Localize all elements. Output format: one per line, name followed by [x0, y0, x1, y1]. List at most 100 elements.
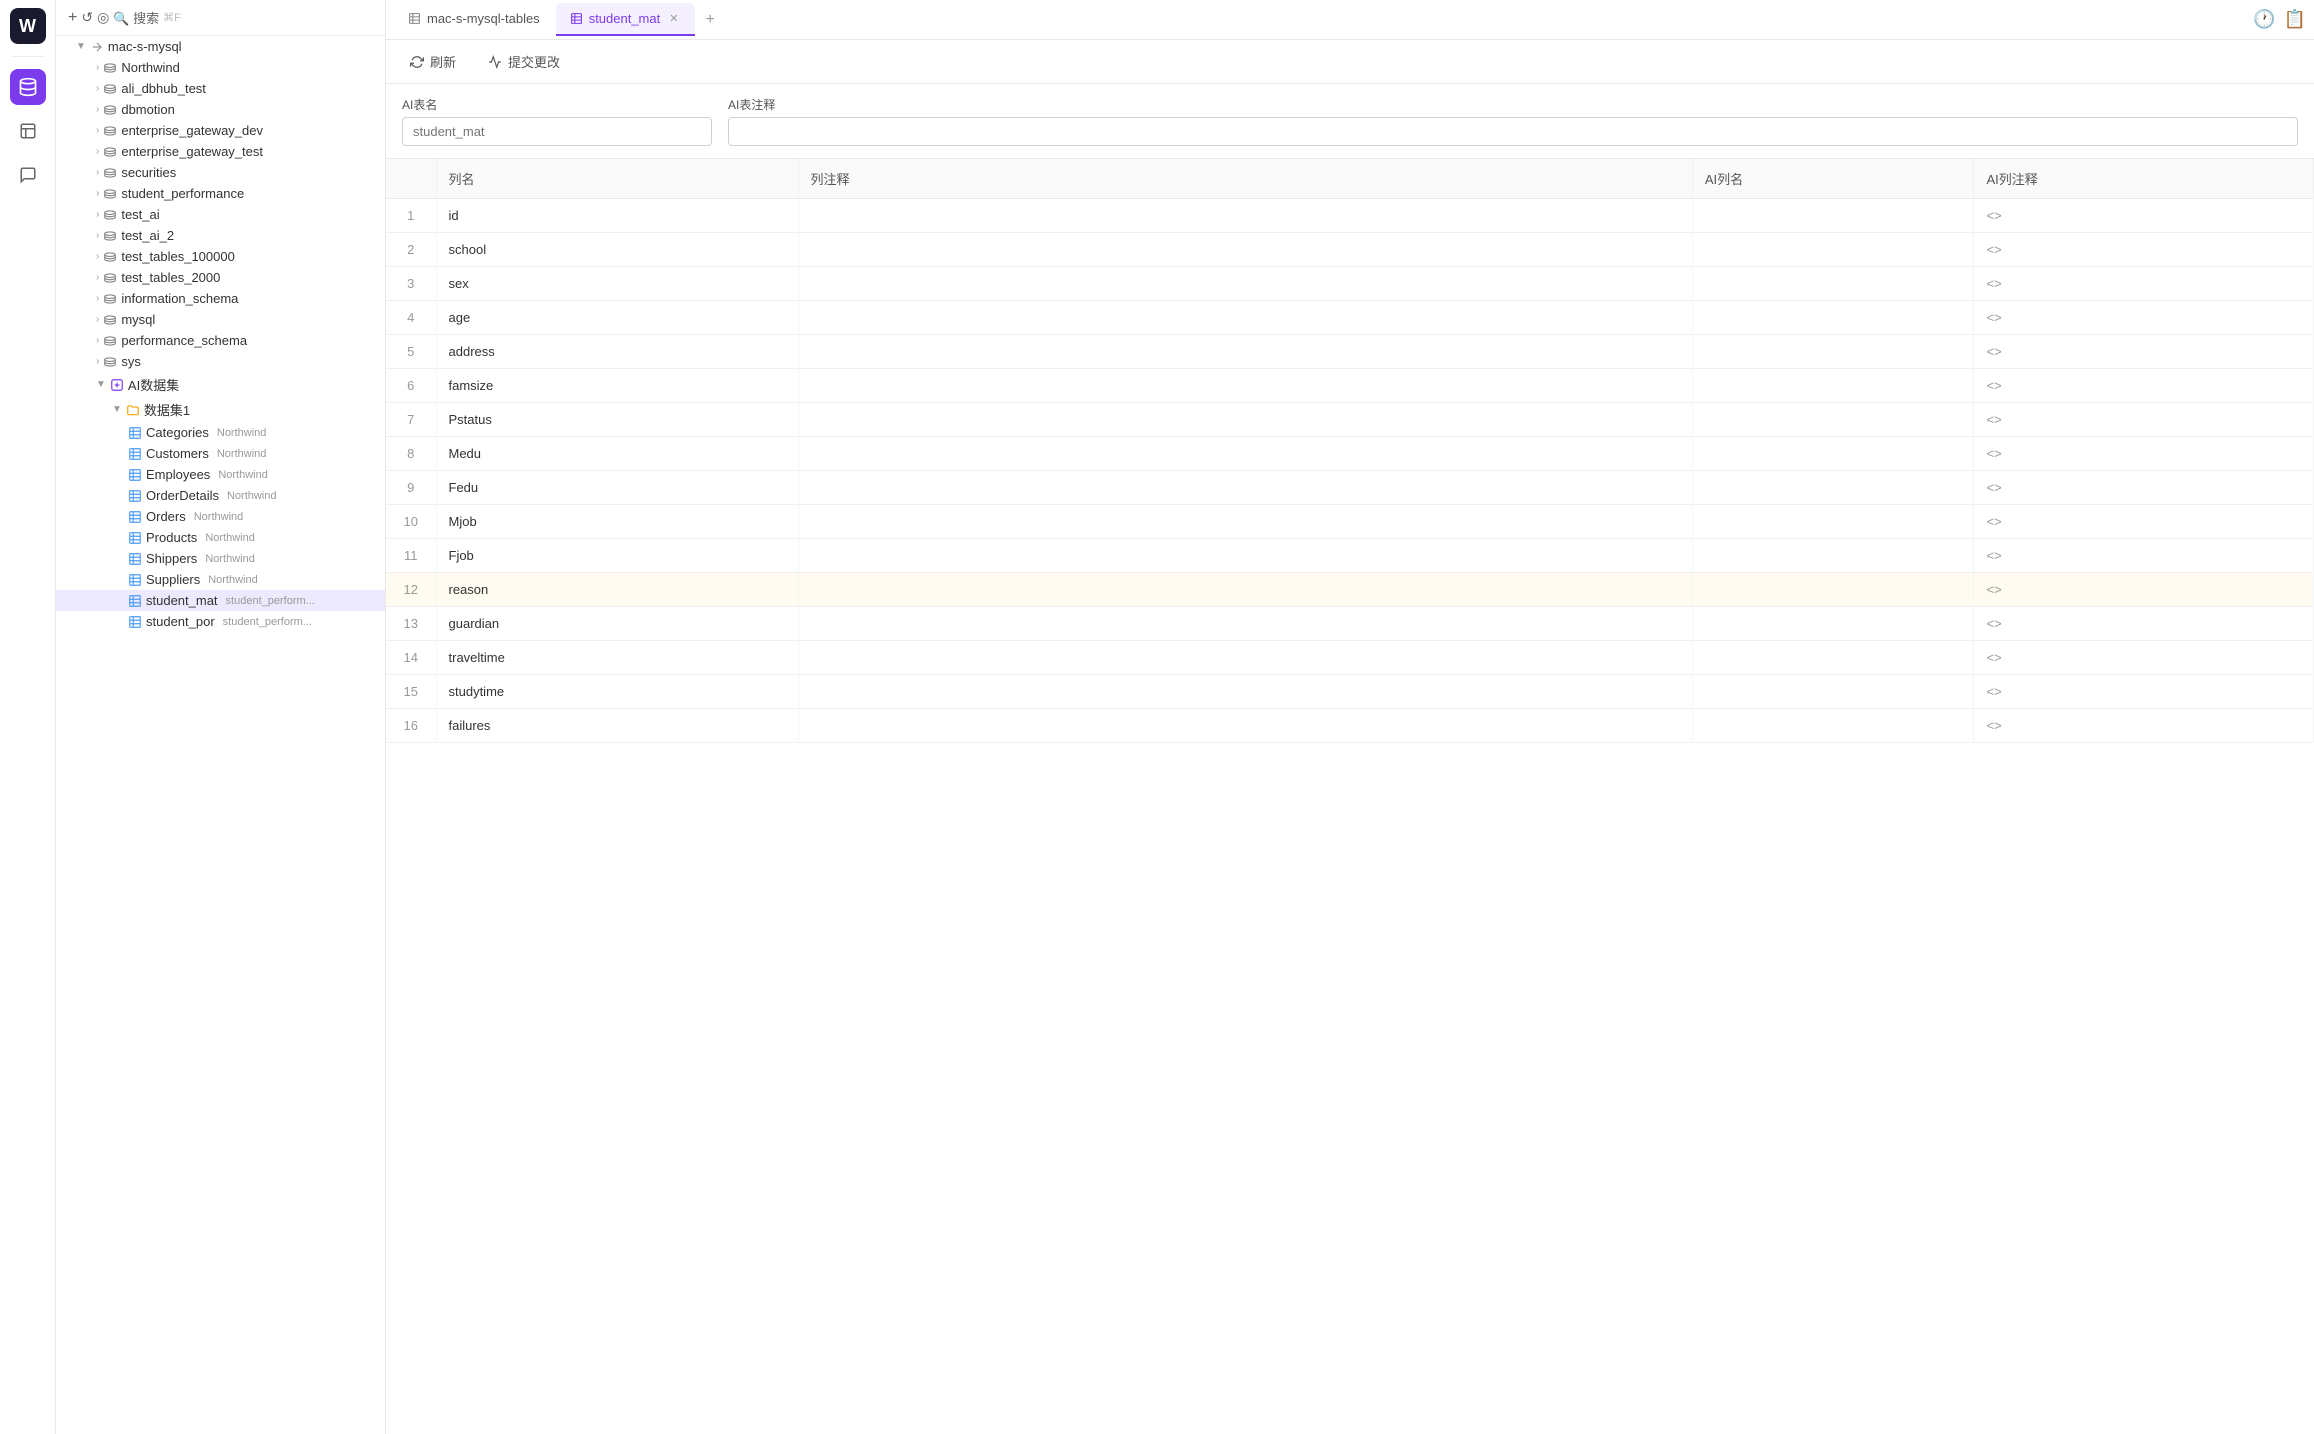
col-comment-cell[interactable] — [798, 301, 1692, 335]
tab-close-btn[interactable]: ✕ — [666, 11, 681, 26]
db-name: sys — [121, 354, 141, 369]
chat-icon[interactable] — [10, 157, 46, 193]
tree-root[interactable]: ▼ mac-s-mysql — [56, 36, 385, 57]
db-test_ai[interactable]: › test_ai — [56, 204, 385, 225]
db-enterprise_gateway_dev[interactable]: › enterprise_gateway_dev — [56, 120, 385, 141]
col-comment-cell[interactable] — [798, 199, 1692, 233]
root-label: mac-s-mysql — [108, 39, 182, 54]
table-name: student_mat — [146, 593, 218, 608]
db-test_tables_100000[interactable]: › test_tables_100000 — [56, 246, 385, 267]
bookmark-icon[interactable]: 📋 — [2284, 9, 2306, 30]
ai-col-name-cell — [1692, 539, 1974, 573]
refresh-button[interactable]: 刷新 — [402, 48, 464, 75]
col-comment-cell[interactable] — [798, 471, 1692, 505]
db-northwind[interactable]: › Northwind — [56, 57, 385, 78]
col-name-cell: studytime — [436, 675, 798, 709]
row-index: 12 — [386, 573, 436, 607]
table-employees[interactable]: Employees Northwind — [56, 464, 385, 485]
db-enterprise_gateway_test[interactable]: › enterprise_gateway_test — [56, 141, 385, 162]
table-name-input[interactable] — [402, 117, 712, 146]
db-information_schema[interactable]: › information_schema — [56, 288, 385, 309]
col-comment-cell[interactable] — [798, 641, 1692, 675]
db-test_tables_2000[interactable]: › test_tables_2000 — [56, 267, 385, 288]
table-name-group: AI表名 — [402, 96, 712, 146]
db-name: dbmotion — [121, 102, 174, 117]
ai-col-comment-cell: <> — [1974, 403, 2314, 437]
refresh-btn[interactable]: ↺ — [81, 9, 93, 26]
row-index: 16 — [386, 709, 436, 743]
db-name: ali_dbhub_test — [121, 81, 206, 96]
toolbar: 刷新 提交更改 — [386, 40, 2314, 84]
add-connection-btn[interactable]: + — [68, 9, 77, 27]
ai-col-comment-cell: <> — [1974, 573, 2314, 607]
db-dbmotion[interactable]: › dbmotion — [56, 99, 385, 120]
db-mysql[interactable]: › mysql — [56, 309, 385, 330]
db-student_performance[interactable]: › student_performance — [56, 183, 385, 204]
refresh-label: 刷新 — [430, 52, 456, 71]
col-comment-cell[interactable] — [798, 573, 1692, 607]
table-row: 16 failures <> — [386, 709, 2314, 743]
col-comment-cell[interactable] — [798, 539, 1692, 573]
table-customers[interactable]: Customers Northwind — [56, 443, 385, 464]
tab-mac-s-mysql-tables[interactable]: mac-s-mysql-tables — [394, 3, 554, 36]
col-name-cell: sex — [436, 267, 798, 301]
submit-button[interactable]: 提交更改 — [480, 48, 568, 75]
search-btn[interactable]: 🔍 搜索 — [113, 8, 159, 27]
table-icon — [128, 468, 142, 482]
table-suppliers[interactable]: Suppliers Northwind — [56, 569, 385, 590]
chevron-down-icon: ▼ — [112, 404, 122, 415]
col-comment-cell[interactable] — [798, 505, 1692, 539]
table-row: 8 Medu <> — [386, 437, 2314, 471]
ai-col-comment-cell: <> — [1974, 199, 2314, 233]
table-icon — [128, 510, 142, 524]
col-comment-cell[interactable] — [798, 267, 1692, 301]
db-name: Northwind — [121, 60, 180, 75]
table-student-por[interactable]: student_por student_perform... — [56, 611, 385, 632]
col-comment-cell[interactable] — [798, 709, 1692, 743]
table-icon — [128, 594, 142, 608]
col-comment-cell[interactable] — [798, 437, 1692, 471]
table-products[interactable]: Products Northwind — [56, 527, 385, 548]
table-row: 6 famsize <> — [386, 369, 2314, 403]
table-row: 7 Pstatus <> — [386, 403, 2314, 437]
row-index: 9 — [386, 471, 436, 505]
table-orderdetails[interactable]: OrderDetails Northwind — [56, 485, 385, 506]
w-icon[interactable]: W — [10, 8, 46, 44]
dataset-1[interactable]: ▼ 数据集1 — [56, 397, 385, 422]
col-comment-cell[interactable] — [798, 369, 1692, 403]
database-icon[interactable] — [10, 69, 46, 105]
col-comment-cell[interactable] — [798, 335, 1692, 369]
table-categories[interactable]: Categories Northwind — [56, 422, 385, 443]
table-shippers[interactable]: Shippers Northwind — [56, 548, 385, 569]
table-orders[interactable]: Orders Northwind — [56, 506, 385, 527]
history-icon[interactable]: 🕐 — [2253, 9, 2275, 30]
col-comment-cell[interactable] — [798, 233, 1692, 267]
tab-add-btn[interactable]: + — [697, 7, 722, 33]
tab-student-mat[interactable]: student_mat ✕ — [556, 3, 696, 36]
ai-col-comment-cell: <> — [1974, 233, 2314, 267]
app-sidebar: W — [0, 0, 56, 1434]
ai-dataset-group[interactable]: ▼ AI数据集 — [56, 372, 385, 397]
db-sys[interactable]: › sys — [56, 351, 385, 372]
db-icon — [103, 145, 117, 159]
table-student-mat[interactable]: student_mat student_perform... — [56, 590, 385, 611]
col-comment-cell[interactable] — [798, 403, 1692, 437]
locate-btn[interactable]: ◎ — [97, 9, 109, 26]
db-ali_dbhub_test[interactable]: › ali_dbhub_test — [56, 78, 385, 99]
col-comment-cell[interactable] — [798, 675, 1692, 709]
table-name: student_por — [146, 614, 215, 629]
table-comment-input[interactable] — [728, 117, 2298, 146]
row-index: 7 — [386, 403, 436, 437]
ai-col-name-cell — [1692, 267, 1974, 301]
table-icon — [128, 426, 142, 440]
col-name-cell: traveltime — [436, 641, 798, 675]
db-name: enterprise_gateway_test — [121, 144, 263, 159]
db-test_ai_2[interactable]: › test_ai_2 — [56, 225, 385, 246]
chart-icon[interactable] — [10, 113, 46, 149]
db-performance_schema[interactable]: › performance_schema — [56, 330, 385, 351]
db-securities[interactable]: › securities — [56, 162, 385, 183]
col-comment-cell[interactable] — [798, 607, 1692, 641]
ai-col-comment-cell: <> — [1974, 369, 2314, 403]
row-index: 8 — [386, 437, 436, 471]
table-tag: Northwind — [218, 469, 268, 481]
